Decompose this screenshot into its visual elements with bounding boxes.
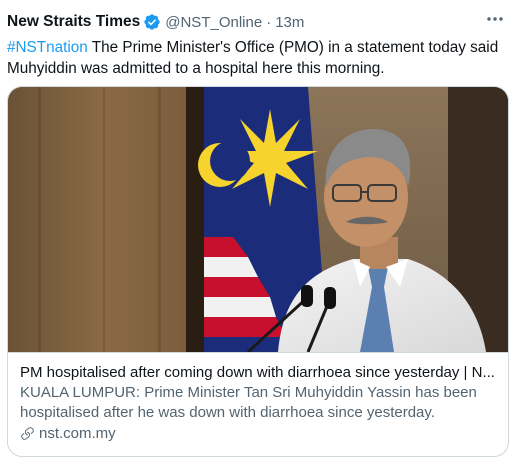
hashtag-link[interactable]: #NSTnation	[7, 39, 88, 56]
author-handle[interactable]: @NST_Online	[165, 14, 262, 31]
tweet-timestamp[interactable]: 13m	[275, 14, 304, 31]
card-title[interactable]: PM hospitalised after coming down with d…	[20, 363, 496, 382]
card-image[interactable]	[8, 87, 508, 352]
more-options-icon[interactable]	[485, 9, 505, 29]
link-icon	[21, 427, 34, 440]
author-name[interactable]: New Straits Times	[7, 13, 140, 31]
card-description: KUALA LUMPUR: Prime Minister Tan Sri Muh…	[20, 384, 477, 421]
tweet-header: New Straits Times @NST_Online · 13m	[7, 11, 507, 33]
verified-badge-icon	[144, 14, 160, 30]
card-body[interactable]: PM hospitalised after coming down with d…	[8, 352, 508, 456]
link-card[interactable]: PM hospitalised after coming down with d…	[7, 86, 509, 457]
tweet-text: #NSTnation The Prime Minister's Office (…	[7, 37, 507, 79]
card-domain[interactable]: nst.com.my	[20, 425, 496, 442]
separator-dot: ·	[266, 13, 272, 31]
card-domain-text[interactable]: nst.com.my	[39, 425, 116, 442]
